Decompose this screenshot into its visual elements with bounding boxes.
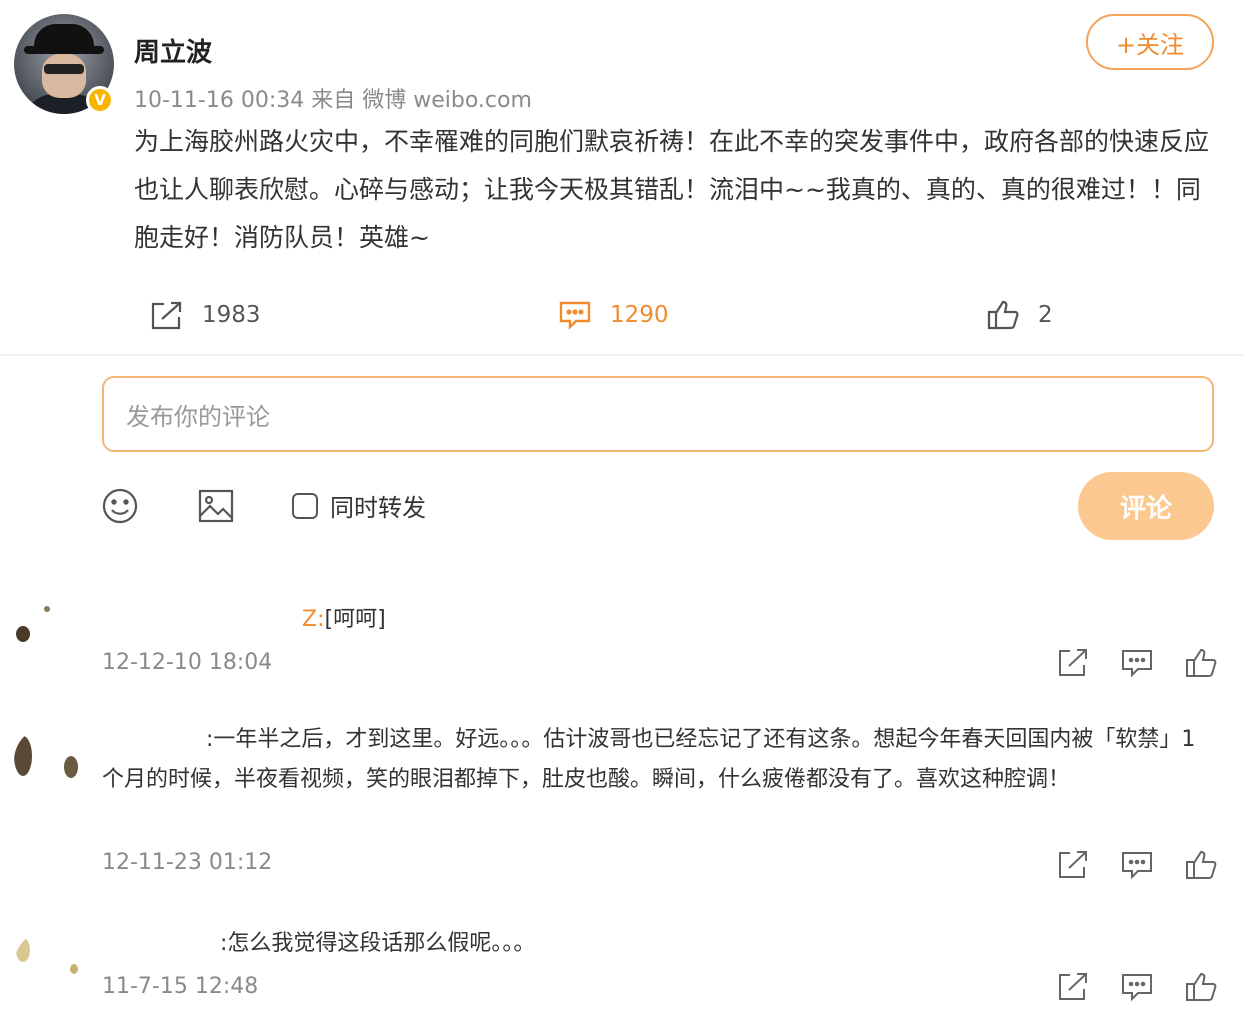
comment-icon[interactable] <box>1120 970 1154 1004</box>
comment-text: :怎么我觉得这段话那么假呢。。。 <box>220 931 536 956</box>
section-divider <box>0 354 1244 356</box>
comment-text: :一年半之后，才到这里。好远。。。估计波哥也已经忘记了还有这条。想起今年春天回国… <box>102 727 1196 792</box>
like-icon <box>987 300 1019 330</box>
comment-body: :怎么我觉得这段话那么假呢。。。 <box>102 924 1202 964</box>
like-icon[interactable] <box>1184 970 1218 1004</box>
repost-button[interactable]: 1983 <box>150 290 261 340</box>
post-actions: 1983 1290 2 <box>0 290 1244 340</box>
weibo-post: V 周立波 10-11-16 00:34 来自 微博 weibo.com +关注… <box>0 0 1244 356</box>
image-icon[interactable] <box>196 486 236 526</box>
comment-icon <box>559 301 591 330</box>
commenter-avatar[interactable] <box>14 600 84 670</box>
follow-button[interactable]: +关注 <box>1086 14 1214 70</box>
submit-comment-button[interactable]: 评论 <box>1078 472 1214 540</box>
like-icon[interactable] <box>1184 646 1218 680</box>
author-name[interactable]: 周立波 <box>134 32 212 69</box>
comment-input[interactable]: 发布你的评论 <box>102 376 1214 452</box>
comment-time: 12-12-10 18:04 <box>102 650 273 675</box>
commenter-avatar[interactable] <box>14 930 84 1000</box>
repost-icon <box>151 301 182 330</box>
post-meta: 10-11-16 00:34 来自 微博 weibo.com <box>134 88 532 113</box>
comment-button[interactable]: 1290 <box>558 290 669 340</box>
comment-actions <box>1056 848 1218 882</box>
comment-count: 1290 <box>610 302 669 328</box>
checkbox-box[interactable] <box>292 492 318 519</box>
commenter-avatar[interactable] <box>14 726 84 796</box>
repost-icon[interactable] <box>1056 646 1090 680</box>
comment-icon[interactable] <box>1120 848 1154 882</box>
repost-count: 1983 <box>202 302 261 328</box>
repost-checkbox[interactable]: 同时转发 <box>292 488 426 523</box>
like-count: 2 <box>1038 302 1053 328</box>
verified-badge: V <box>86 86 114 114</box>
repost-icon[interactable] <box>1056 970 1090 1004</box>
comment-body: Z:[呵呵] <box>102 600 1202 640</box>
comment-actions <box>1056 970 1218 1004</box>
commenter-name[interactable]: Z: <box>302 607 324 632</box>
comment-icon[interactable] <box>1120 646 1154 680</box>
comment-actions <box>1056 646 1218 680</box>
comment-text: [呵呵] <box>324 607 386 632</box>
comment-time: 12-11-23 01:12 <box>102 850 273 875</box>
post-text: 为上海胶州路火灾中，不幸罹难的同胞们默哀祈祷！在此不幸的突发事件中，政府各部的快… <box>134 127 1210 252</box>
comment-time: 11-7-15 12:48 <box>102 974 259 999</box>
like-icon[interactable] <box>1184 848 1218 882</box>
repost-checkbox-label: 同时转发 <box>330 494 426 522</box>
like-button[interactable]: 2 <box>986 290 1053 340</box>
comment-body: :一年半之后，才到这里。好远。。。估计波哥也已经忘记了还有这条。想起今年春天回国… <box>102 720 1202 800</box>
repost-icon[interactable] <box>1056 848 1090 882</box>
emoji-icon[interactable] <box>100 486 140 526</box>
